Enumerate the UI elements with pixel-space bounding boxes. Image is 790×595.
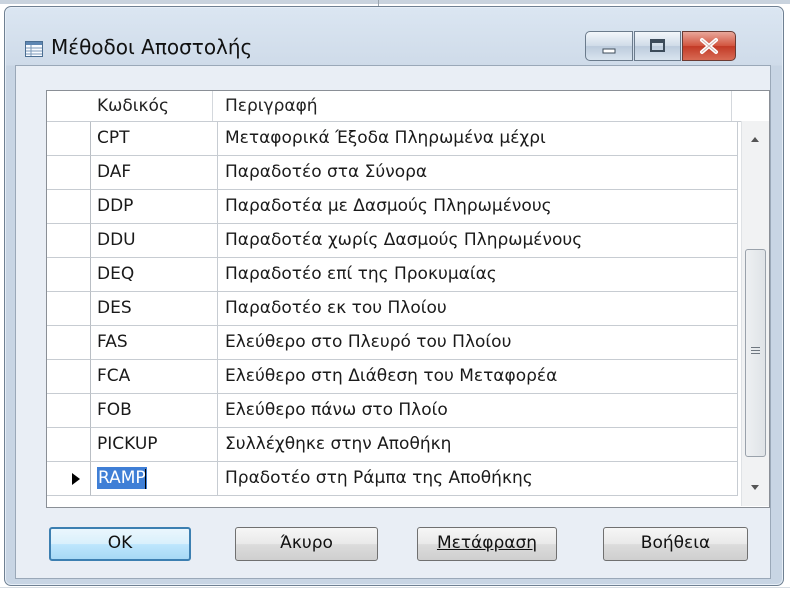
scroll-up-arrow-icon[interactable] — [746, 131, 764, 149]
row-selector[interactable] — [47, 190, 91, 224]
table-window-icon — [25, 41, 43, 57]
code-cell[interactable]: DDP — [91, 190, 218, 224]
window-title: Μέθοδοι Αποστολής — [51, 35, 253, 59]
code-cell[interactable]: DDU — [91, 224, 218, 258]
code-cell[interactable]: FCA — [91, 360, 218, 394]
code-cell[interactable]: DEQ — [91, 258, 218, 292]
column-header-code[interactable]: Κωδικός — [97, 91, 169, 121]
table-row[interactable]: FAS Ελεύθερο στο Πλευρό του Πλοίου — [47, 326, 738, 360]
row-selector[interactable] — [47, 428, 91, 462]
description-cell[interactable]: Συλλέχθηκε στην Αποθήκη — [218, 428, 738, 462]
row-selector[interactable] — [47, 462, 91, 496]
table-row-selected[interactable]: RAMP Πραδοτέο στη Ράμπα της Αποθήκης — [47, 462, 738, 496]
row-selector[interactable] — [47, 360, 91, 394]
row-selector[interactable] — [47, 258, 91, 292]
maximize-icon — [650, 39, 665, 52]
minimize-button[interactable] — [585, 31, 633, 61]
close-button[interactable] — [682, 31, 736, 61]
scroll-grip-icon — [751, 347, 760, 348]
table-row[interactable]: DES Παραδοτέο εκ του Πλοίου — [47, 292, 738, 326]
help-button[interactable]: Βοήθεια — [603, 527, 748, 561]
translate-button[interactable]: Μετάφραση — [417, 527, 557, 561]
scroll-grip-icon — [751, 350, 760, 351]
description-cell[interactable]: Παραδοτέο στα Σύνορα — [218, 156, 738, 190]
description-cell[interactable]: Παραδοτέο επί της Προκυμαίας — [218, 258, 738, 292]
description-cell[interactable]: Ελεύθερο πάνω στο Πλοίο — [218, 394, 738, 428]
scroll-thumb[interactable] — [745, 249, 766, 457]
row-selector[interactable] — [47, 224, 91, 258]
table-row[interactable]: PICKUP Συλλέχθηκε στην Αποθήκη — [47, 428, 738, 462]
selected-code-text: RAMP — [97, 467, 147, 489]
description-cell[interactable]: Παραδοτέα χωρίς Δασμούς Πληρωμένους — [218, 224, 738, 258]
table-row[interactable]: DDU Παραδοτέα χωρίς Δασμούς Πληρωμένους — [47, 224, 738, 258]
table-row[interactable]: FCA Ελεύθερο στη Διάθεση του Μεταφορέα — [47, 360, 738, 394]
code-cell[interactable]: FOB — [91, 394, 218, 428]
row-selector[interactable] — [47, 292, 91, 326]
description-cell[interactable]: Ελεύθερο στη Διάθεση του Μεταφορέα — [218, 360, 738, 394]
row-pointer-icon — [72, 473, 80, 485]
background-top-edge — [0, 0, 790, 4]
cancel-button[interactable]: Άκυρο — [235, 527, 378, 561]
code-cell[interactable]: DES — [91, 292, 218, 326]
row-selector[interactable] — [47, 326, 91, 360]
vertical-scrollbar[interactable] — [741, 121, 769, 506]
row-selector[interactable] — [47, 156, 91, 190]
code-cell[interactable]: PICKUP — [91, 428, 218, 462]
description-cell[interactable]: Πραδοτέο στη Ράμπα της Αποθήκης — [218, 462, 738, 496]
scroll-down-arrow-icon[interactable] — [746, 478, 764, 496]
background-footer-line — [0, 587, 790, 588]
table-row[interactable]: DAF Παραδοτέο στα Σύνορα — [47, 156, 738, 190]
column-header-description[interactable]: Περιγραφή — [225, 91, 318, 121]
row-selector[interactable] — [47, 122, 91, 156]
ok-button[interactable]: OK — [49, 527, 191, 561]
description-cell[interactable]: Μεταφορικά Έξοδα Πληρωμένα μέχρι — [218, 122, 738, 156]
code-cell[interactable]: FAS — [91, 326, 218, 360]
table-row[interactable]: DEQ Παραδοτέο επί της Προκυμαίας — [47, 258, 738, 292]
description-cell[interactable]: Ελεύθερο στο Πλευρό του Πλοίου — [218, 326, 738, 360]
text-caret — [145, 469, 146, 489]
description-cell[interactable]: Παραδοτέα με Δασμούς Πληρωμένους — [218, 190, 738, 224]
table-row[interactable]: DDP Παραδοτέα με Δασμούς Πληρωμένους — [47, 190, 738, 224]
title-bar[interactable]: Μέθοδοι Αποστολής — [5, 7, 783, 65]
close-icon — [700, 38, 718, 54]
dialog-window: Μέθοδοι Αποστολής Κωδικός Περιγραφή CPT … — [4, 6, 784, 586]
code-cell-selected[interactable]: RAMP — [91, 462, 218, 496]
maximize-button[interactable] — [634, 31, 681, 61]
column-separator[interactable] — [212, 91, 213, 121]
shipping-methods-grid[interactable]: Κωδικός Περιγραφή CPT Μεταφορικά Έξοδα Π… — [46, 90, 770, 508]
code-cell[interactable]: DAF — [91, 156, 218, 190]
scroll-grip-icon — [751, 353, 760, 354]
dialog-content: Κωδικός Περιγραφή CPT Μεταφορικά Έξοδα Π… — [15, 65, 771, 579]
description-cell[interactable]: Παραδοτέο εκ του Πλοίου — [218, 292, 738, 326]
grid-header: Κωδικός Περιγραφή — [47, 91, 769, 122]
code-cell[interactable]: CPT — [91, 122, 218, 156]
row-selector[interactable] — [47, 394, 91, 428]
table-row[interactable]: FOB Ελεύθερο πάνω στο Πλοίο — [47, 394, 738, 428]
column-separator[interactable] — [731, 91, 732, 121]
minimize-icon — [602, 48, 616, 54]
table-row[interactable]: CPT Μεταφορικά Έξοδα Πληρωμένα μέχρι — [47, 122, 738, 156]
